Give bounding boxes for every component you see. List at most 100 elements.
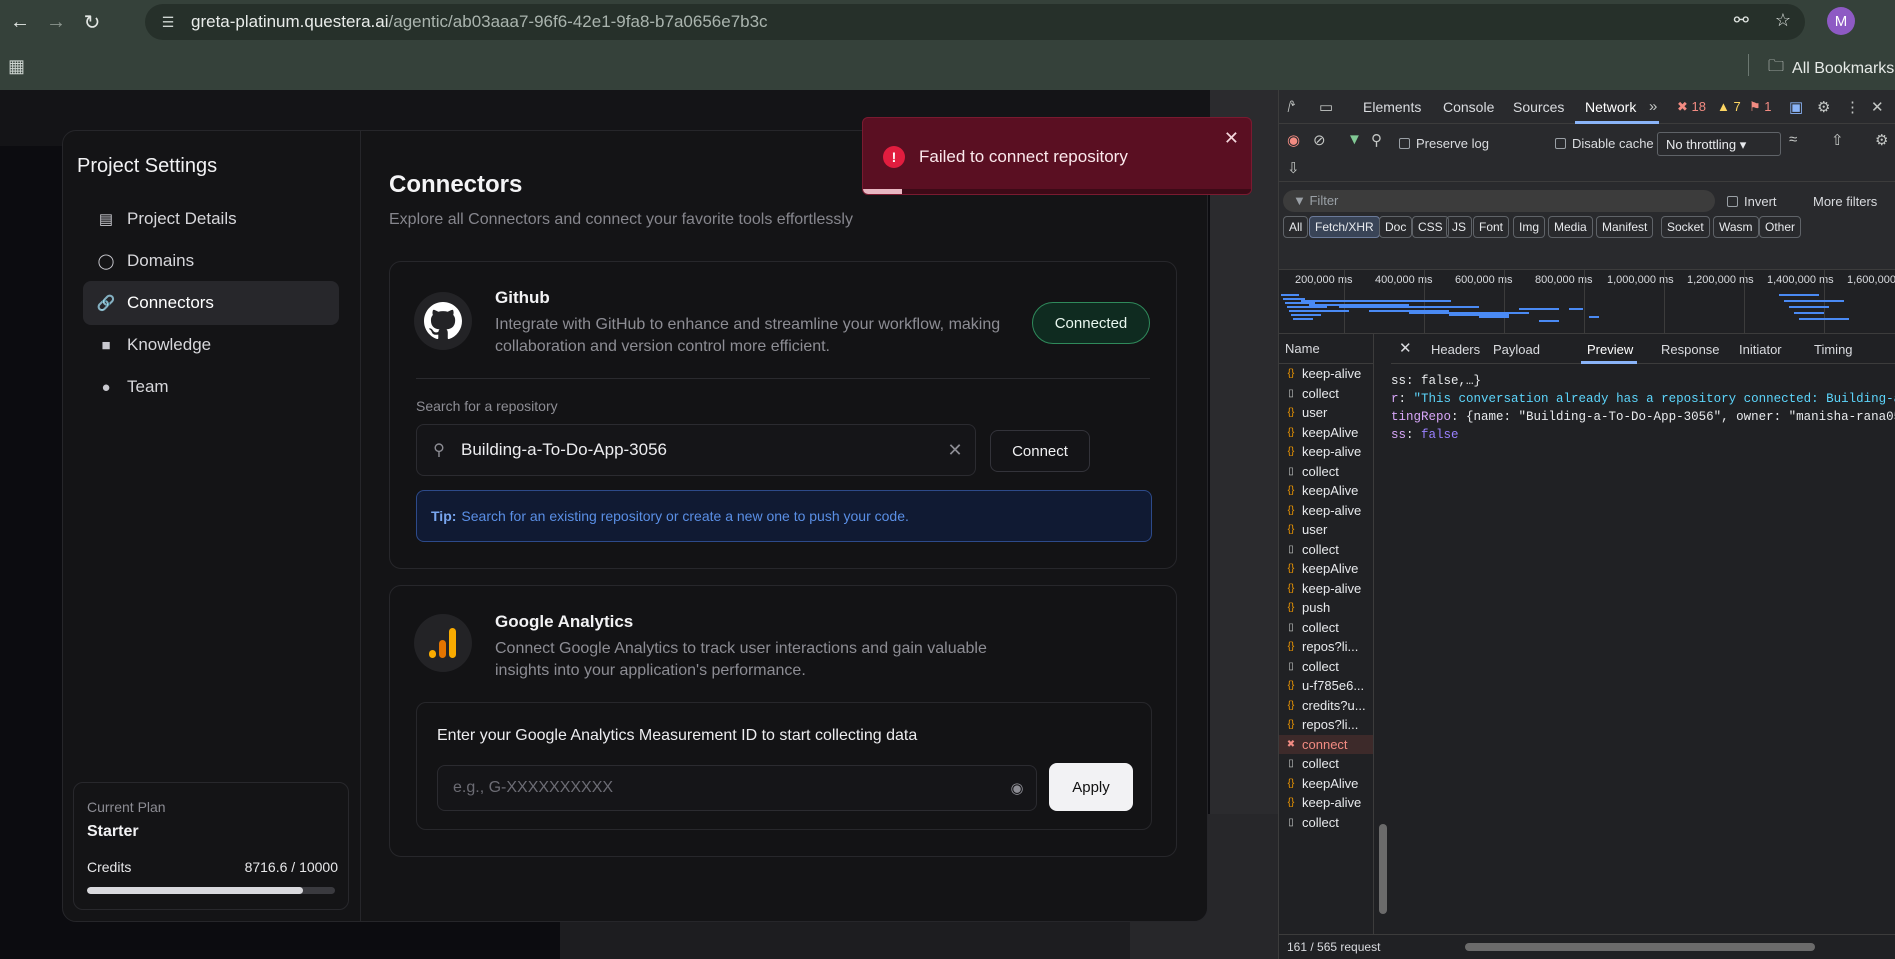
profile-avatar[interactable]: M xyxy=(1827,7,1855,35)
tab-response[interactable]: Response xyxy=(1661,342,1720,357)
clear-icon[interactable]: ✕ xyxy=(935,440,975,461)
inspect-element-icon[interactable]: ⭚ xyxy=(1287,98,1296,116)
invert-checkbox[interactable]: Invert xyxy=(1727,194,1777,209)
network-settings-icon[interactable]: ⚙ xyxy=(1875,131,1888,149)
type-filter-js[interactable]: JS xyxy=(1446,216,1473,238)
issues-count-badge[interactable]: ⚑ 1 xyxy=(1749,99,1772,115)
request-list-scrollbar[interactable] xyxy=(1376,334,1390,934)
type-filter-socket[interactable]: Socket xyxy=(1661,216,1710,238)
request-row[interactable]: ▯ collect xyxy=(1279,657,1373,677)
request-row[interactable]: ▯ collect xyxy=(1279,813,1373,833)
tab-payload[interactable]: Payload xyxy=(1493,342,1540,357)
request-row[interactable]: {} keep-alive xyxy=(1279,364,1373,384)
type-filter-img[interactable]: Img xyxy=(1513,216,1546,238)
throttling-select[interactable]: No throttling ▾ xyxy=(1657,132,1781,156)
request-row[interactable]: {} repos?li... xyxy=(1279,715,1373,735)
request-row[interactable]: {} u-f785e6... xyxy=(1279,676,1373,696)
tab-sources[interactable]: Sources xyxy=(1513,99,1564,115)
tab-network[interactable]: Network xyxy=(1585,99,1636,115)
request-row[interactable]: ▯ collect xyxy=(1279,384,1373,404)
apply-button[interactable]: Apply xyxy=(1049,763,1133,811)
back-icon[interactable]: ← xyxy=(2,4,38,40)
request-row[interactable]: ▯ collect xyxy=(1279,462,1373,482)
eye-icon[interactable]: ◉ xyxy=(998,779,1036,797)
repo-search-input[interactable]: ⚲ Building-a-To-Do-App-3056 ✕ xyxy=(416,424,976,476)
more-tabs-icon[interactable]: » xyxy=(1649,98,1657,115)
clear-log-icon[interactable]: ⊘ xyxy=(1313,131,1326,149)
more-filters-button[interactable]: More filters xyxy=(1813,194,1877,209)
type-filter-manifest[interactable]: Manifest xyxy=(1596,216,1654,238)
request-row[interactable]: {} keep-alive xyxy=(1279,501,1373,521)
filter-funnel-icon[interactable]: ▼ xyxy=(1347,131,1362,148)
export-har-icon[interactable]: ⇩ xyxy=(1287,159,1300,177)
request-row[interactable]: ▯ collect xyxy=(1279,618,1373,638)
sidebar-item-team[interactable]: ● Team xyxy=(83,365,339,409)
record-stop-icon[interactable]: ◉ xyxy=(1287,131,1300,149)
measurement-id-input[interactable]: e.g., G-XXXXXXXXXX ◉ xyxy=(437,765,1037,811)
type-filter-other[interactable]: Other xyxy=(1759,216,1802,238)
tab-initiator[interactable]: Initiator xyxy=(1739,342,1782,357)
connect-button[interactable]: Connect xyxy=(990,430,1090,472)
close-devtools-icon[interactable]: ✕ xyxy=(1871,98,1884,116)
request-row[interactable]: {} repos?li... xyxy=(1279,637,1373,657)
scrollbar-thumb[interactable] xyxy=(1379,824,1387,914)
type-filter-media[interactable]: Media xyxy=(1548,216,1593,238)
type-filter-fetch-xhr[interactable]: Fetch/XHR xyxy=(1309,216,1380,238)
close-icon[interactable]: ✕ xyxy=(1224,128,1239,149)
warning-count-badge[interactable]: ▲ 7 xyxy=(1717,99,1741,114)
request-row[interactable]: {} keep-alive xyxy=(1279,793,1373,813)
request-row[interactable]: ▯ collect xyxy=(1279,540,1373,560)
more-options-icon[interactable]: ⋮ xyxy=(1845,98,1860,116)
tab-elements[interactable]: Elements xyxy=(1363,99,1421,115)
device-toolbar-icon[interactable]: ▭ xyxy=(1319,98,1333,116)
tab-headers[interactable]: Headers xyxy=(1431,342,1480,357)
bookmark-star-icon[interactable]: ☆ xyxy=(1775,10,1791,31)
type-filter-font[interactable]: Font xyxy=(1473,216,1510,238)
sidebar-item-project-details[interactable]: ▤ Project Details xyxy=(83,197,339,241)
request-row[interactable]: {} keepAlive xyxy=(1279,774,1373,794)
name-column-header[interactable]: Name xyxy=(1279,334,1373,364)
horizontal-scrollbar-thumb[interactable] xyxy=(1465,943,1815,951)
preserve-log-checkbox[interactable]: Preserve log xyxy=(1399,136,1489,151)
password-key-icon[interactable]: ⚯ xyxy=(1734,10,1749,31)
request-row[interactable]: {} credits?u... xyxy=(1279,696,1373,716)
network-timeline-overview[interactable]: 200,000 ms 400,000 ms 600,000 ms 800,000… xyxy=(1279,270,1895,334)
type-filter-all[interactable]: All xyxy=(1283,216,1309,238)
import-har-icon[interactable]: ⇧ xyxy=(1831,131,1844,149)
request-row[interactable]: {} keepAlive xyxy=(1279,423,1373,443)
tab-console[interactable]: Console xyxy=(1443,99,1494,115)
type-filter-css[interactable]: CSS xyxy=(1412,216,1449,238)
close-detail-icon[interactable]: ✕ xyxy=(1399,339,1412,357)
sidebar-item-knowledge[interactable]: ■ Knowledge xyxy=(83,323,339,367)
address-bar[interactable]: ☰ greta-platinum.questera.ai/agentic/ab0… xyxy=(145,4,1805,40)
request-row[interactable]: ✖ connect xyxy=(1279,734,1373,754)
ai-assist-icon[interactable]: ▣ xyxy=(1789,98,1803,116)
request-row[interactable]: {} keep-alive xyxy=(1279,442,1373,462)
tab-preview[interactable]: Preview xyxy=(1587,342,1633,357)
apps-grid-icon[interactable]: ▦ xyxy=(8,56,25,77)
request-row[interactable]: {} user xyxy=(1279,403,1373,423)
request-row[interactable]: {} keep-alive xyxy=(1279,579,1373,599)
request-row[interactable]: {} user xyxy=(1279,520,1373,540)
response-preview[interactable]: ss: false,…} r: "This conversation alrea… xyxy=(1391,366,1895,926)
settings-gear-icon[interactable]: ⚙ xyxy=(1817,98,1830,116)
request-row[interactable]: {} keepAlive xyxy=(1279,559,1373,579)
type-filter-doc[interactable]: Doc xyxy=(1379,216,1413,238)
request-row[interactable]: {} push xyxy=(1279,598,1373,618)
forward-icon[interactable]: → xyxy=(38,4,74,40)
tab-timing[interactable]: Timing xyxy=(1814,342,1853,357)
all-bookmarks-button[interactable]: 🗀 All Bookmarks xyxy=(1768,55,1894,82)
sidebar-item-connectors[interactable]: 🔗 Connectors xyxy=(83,281,339,325)
github-connected-badge[interactable]: Connected xyxy=(1032,302,1150,344)
network-conditions-icon[interactable]: ≈ xyxy=(1789,131,1797,148)
site-settings-icon[interactable]: ☰ xyxy=(153,14,183,31)
search-icon[interactable]: ⚲ xyxy=(1371,131,1382,149)
filter-input[interactable]: ▼ Filter xyxy=(1283,190,1715,212)
error-count-badge[interactable]: ✖ 18 xyxy=(1677,99,1706,115)
disable-cache-checkbox[interactable]: Disable cache xyxy=(1555,136,1654,151)
sidebar-item-domains[interactable]: ◯ Domains xyxy=(83,239,339,283)
request-row[interactable]: ▯ collect xyxy=(1279,754,1373,774)
request-row[interactable]: {} keepAlive xyxy=(1279,481,1373,501)
type-filter-wasm[interactable]: Wasm xyxy=(1713,216,1759,238)
reload-icon[interactable]: ↻ xyxy=(74,4,110,40)
